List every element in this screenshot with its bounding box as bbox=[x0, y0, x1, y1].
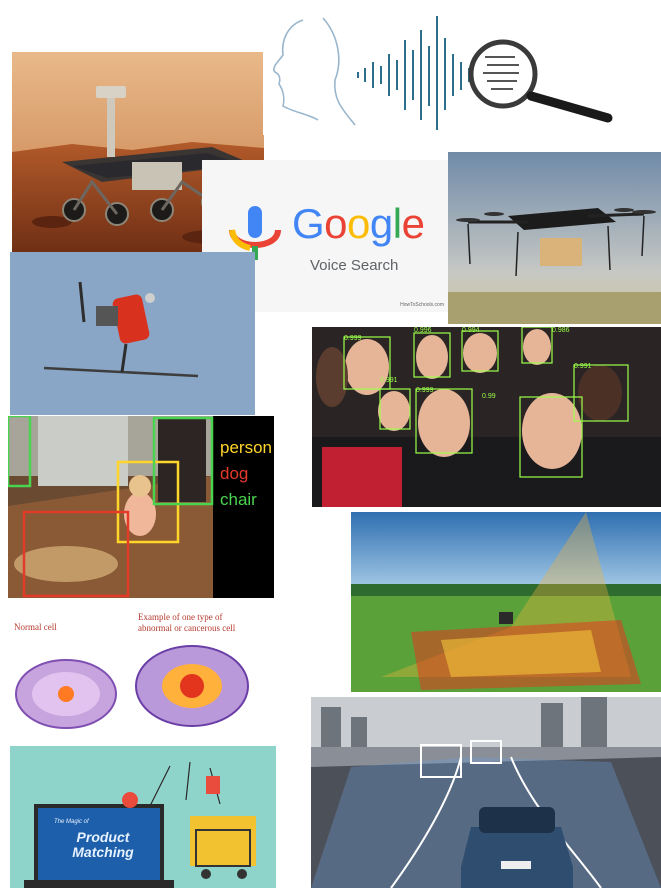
logo-letter: e bbox=[401, 200, 425, 247]
face-score: 0.991 bbox=[574, 363, 592, 370]
face-score: 0.99 bbox=[482, 393, 496, 400]
laptop-shopping-illustration bbox=[10, 746, 276, 888]
logo-letter: o bbox=[347, 200, 370, 247]
logo-letter: o bbox=[324, 200, 348, 247]
product-title-line1: Product bbox=[76, 829, 130, 845]
face-score: 0.999 bbox=[344, 335, 362, 342]
logo-letter: g bbox=[369, 200, 393, 247]
cells-illustration bbox=[15, 645, 249, 729]
product-matching-image: The Magic of Product Matching bbox=[10, 746, 276, 888]
highway-car-illustration bbox=[311, 697, 661, 888]
delivery-drone-image bbox=[448, 152, 661, 324]
cell-comparison-image: Normal cell Example of one type of abnor… bbox=[10, 610, 264, 744]
face-score: 0.996 bbox=[414, 327, 432, 334]
drone-illustration bbox=[448, 152, 661, 324]
precision-farming-image bbox=[351, 512, 661, 692]
chair-label: chair bbox=[220, 490, 257, 509]
voice-waveform-illustration bbox=[263, 10, 623, 135]
voice-search-subtitle: Voice Search bbox=[310, 257, 399, 274]
product-title: Product Matching bbox=[48, 830, 158, 860]
product-title-line2: Matching bbox=[72, 844, 134, 860]
person-label: person bbox=[220, 438, 272, 457]
google-logo-text: Google bbox=[292, 200, 425, 248]
logo-letter: G bbox=[292, 200, 325, 247]
voice-waveform-image bbox=[263, 10, 623, 135]
dog-label: dog bbox=[220, 464, 249, 483]
logo-letter: l bbox=[392, 200, 402, 247]
crowd-faces-illustration bbox=[312, 327, 661, 507]
product-caption-small: The Magic of bbox=[54, 819, 89, 825]
face-score: 0.986 bbox=[552, 327, 570, 334]
face-score: 0.994 bbox=[462, 327, 480, 334]
face-detection-image: 0.999 0.999 0.99 0.996 0.994 0.991 0.986… bbox=[312, 327, 661, 507]
face-score: 0.999 bbox=[416, 387, 434, 394]
object-detection-image: person dog chair bbox=[8, 416, 274, 598]
helicopter-illustration bbox=[10, 252, 255, 415]
credit-text: HowToSchools.com bbox=[400, 302, 444, 308]
face-score: 0.991 bbox=[380, 377, 398, 384]
self-driving-car-image bbox=[311, 697, 661, 888]
tractor-field-illustration bbox=[351, 512, 661, 692]
helicopter-image bbox=[10, 252, 255, 415]
